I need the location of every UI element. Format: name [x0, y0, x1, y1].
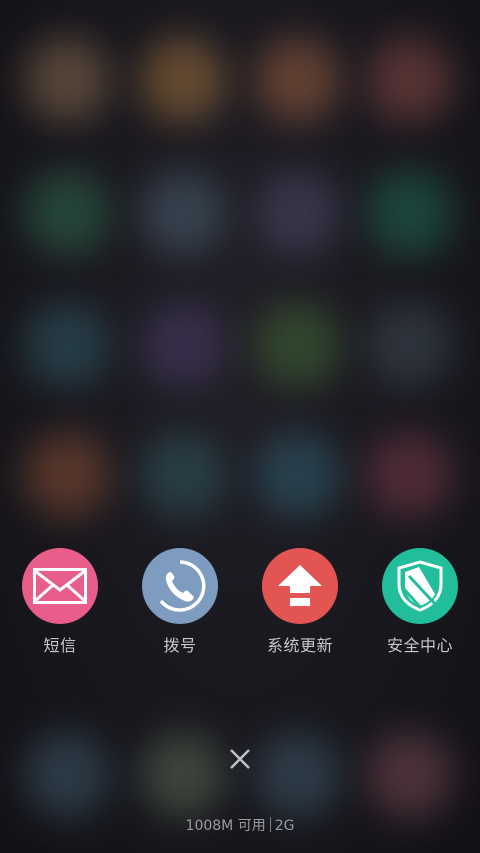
dialer-icon-circle: [142, 548, 218, 624]
upload-arrow-icon: [278, 565, 322, 606]
blurred-app-icon: [140, 302, 226, 388]
memory-status: 1008M 可用 2G: [0, 815, 480, 835]
blurred-app-icon: [367, 302, 453, 388]
blurred-app-icon: [367, 432, 453, 518]
memory-total: 2G: [274, 818, 295, 834]
close-icon: [230, 749, 250, 769]
blurred-app-icon: [255, 732, 341, 818]
action-dialer[interactable]: 拨号: [120, 548, 240, 658]
update-icon-circle: [262, 548, 338, 624]
action-dialer-label: 拨号: [163, 636, 197, 655]
blurred-app-icon: [24, 302, 110, 388]
action-system-update-label: 系统更新: [266, 636, 333, 655]
sms-icon-circle: [22, 548, 98, 624]
blurred-app-icon: [24, 432, 110, 518]
blurred-app-icon: [140, 732, 226, 818]
blurred-app-icon: [24, 732, 110, 818]
blurred-app-icon: [255, 432, 341, 518]
shield-icon: [397, 560, 443, 612]
blurred-app-icon: [24, 170, 110, 256]
recent-apps-screen: 短信 拨号 系统更新 安全中心 1008M 可用 2G: [0, 0, 480, 853]
security-icon-circle: [382, 548, 458, 624]
blurred-app-icon: [367, 732, 453, 818]
blurred-app-icon: [255, 37, 341, 123]
memory-separator: [269, 817, 271, 832]
action-security-center[interactable]: 安全中心: [360, 548, 480, 658]
blurred-app-icon: [255, 170, 341, 256]
action-sms-label: 短信: [43, 636, 77, 655]
blurred-app-icon: [24, 37, 110, 123]
blurred-app-icon: [140, 432, 226, 518]
memory-available: 1008M 可用: [185, 818, 266, 834]
blurred-app-icon: [255, 302, 341, 388]
envelope-icon: [33, 568, 87, 604]
action-security-center-label: 安全中心: [386, 636, 453, 655]
phone-icon: [159, 560, 206, 612]
close-button[interactable]: [222, 741, 258, 777]
blurred-app-icon: [140, 170, 226, 256]
blurred-app-icon: [367, 170, 453, 256]
blurred-app-icon: [367, 37, 453, 123]
quick-actions-row: 短信 拨号 系统更新 安全中心: [0, 548, 480, 658]
blurred-app-icon: [140, 37, 226, 123]
action-system-update[interactable]: 系统更新: [240, 548, 360, 658]
blurred-wallpaper: [0, 0, 480, 853]
action-sms[interactable]: 短信: [0, 548, 120, 658]
